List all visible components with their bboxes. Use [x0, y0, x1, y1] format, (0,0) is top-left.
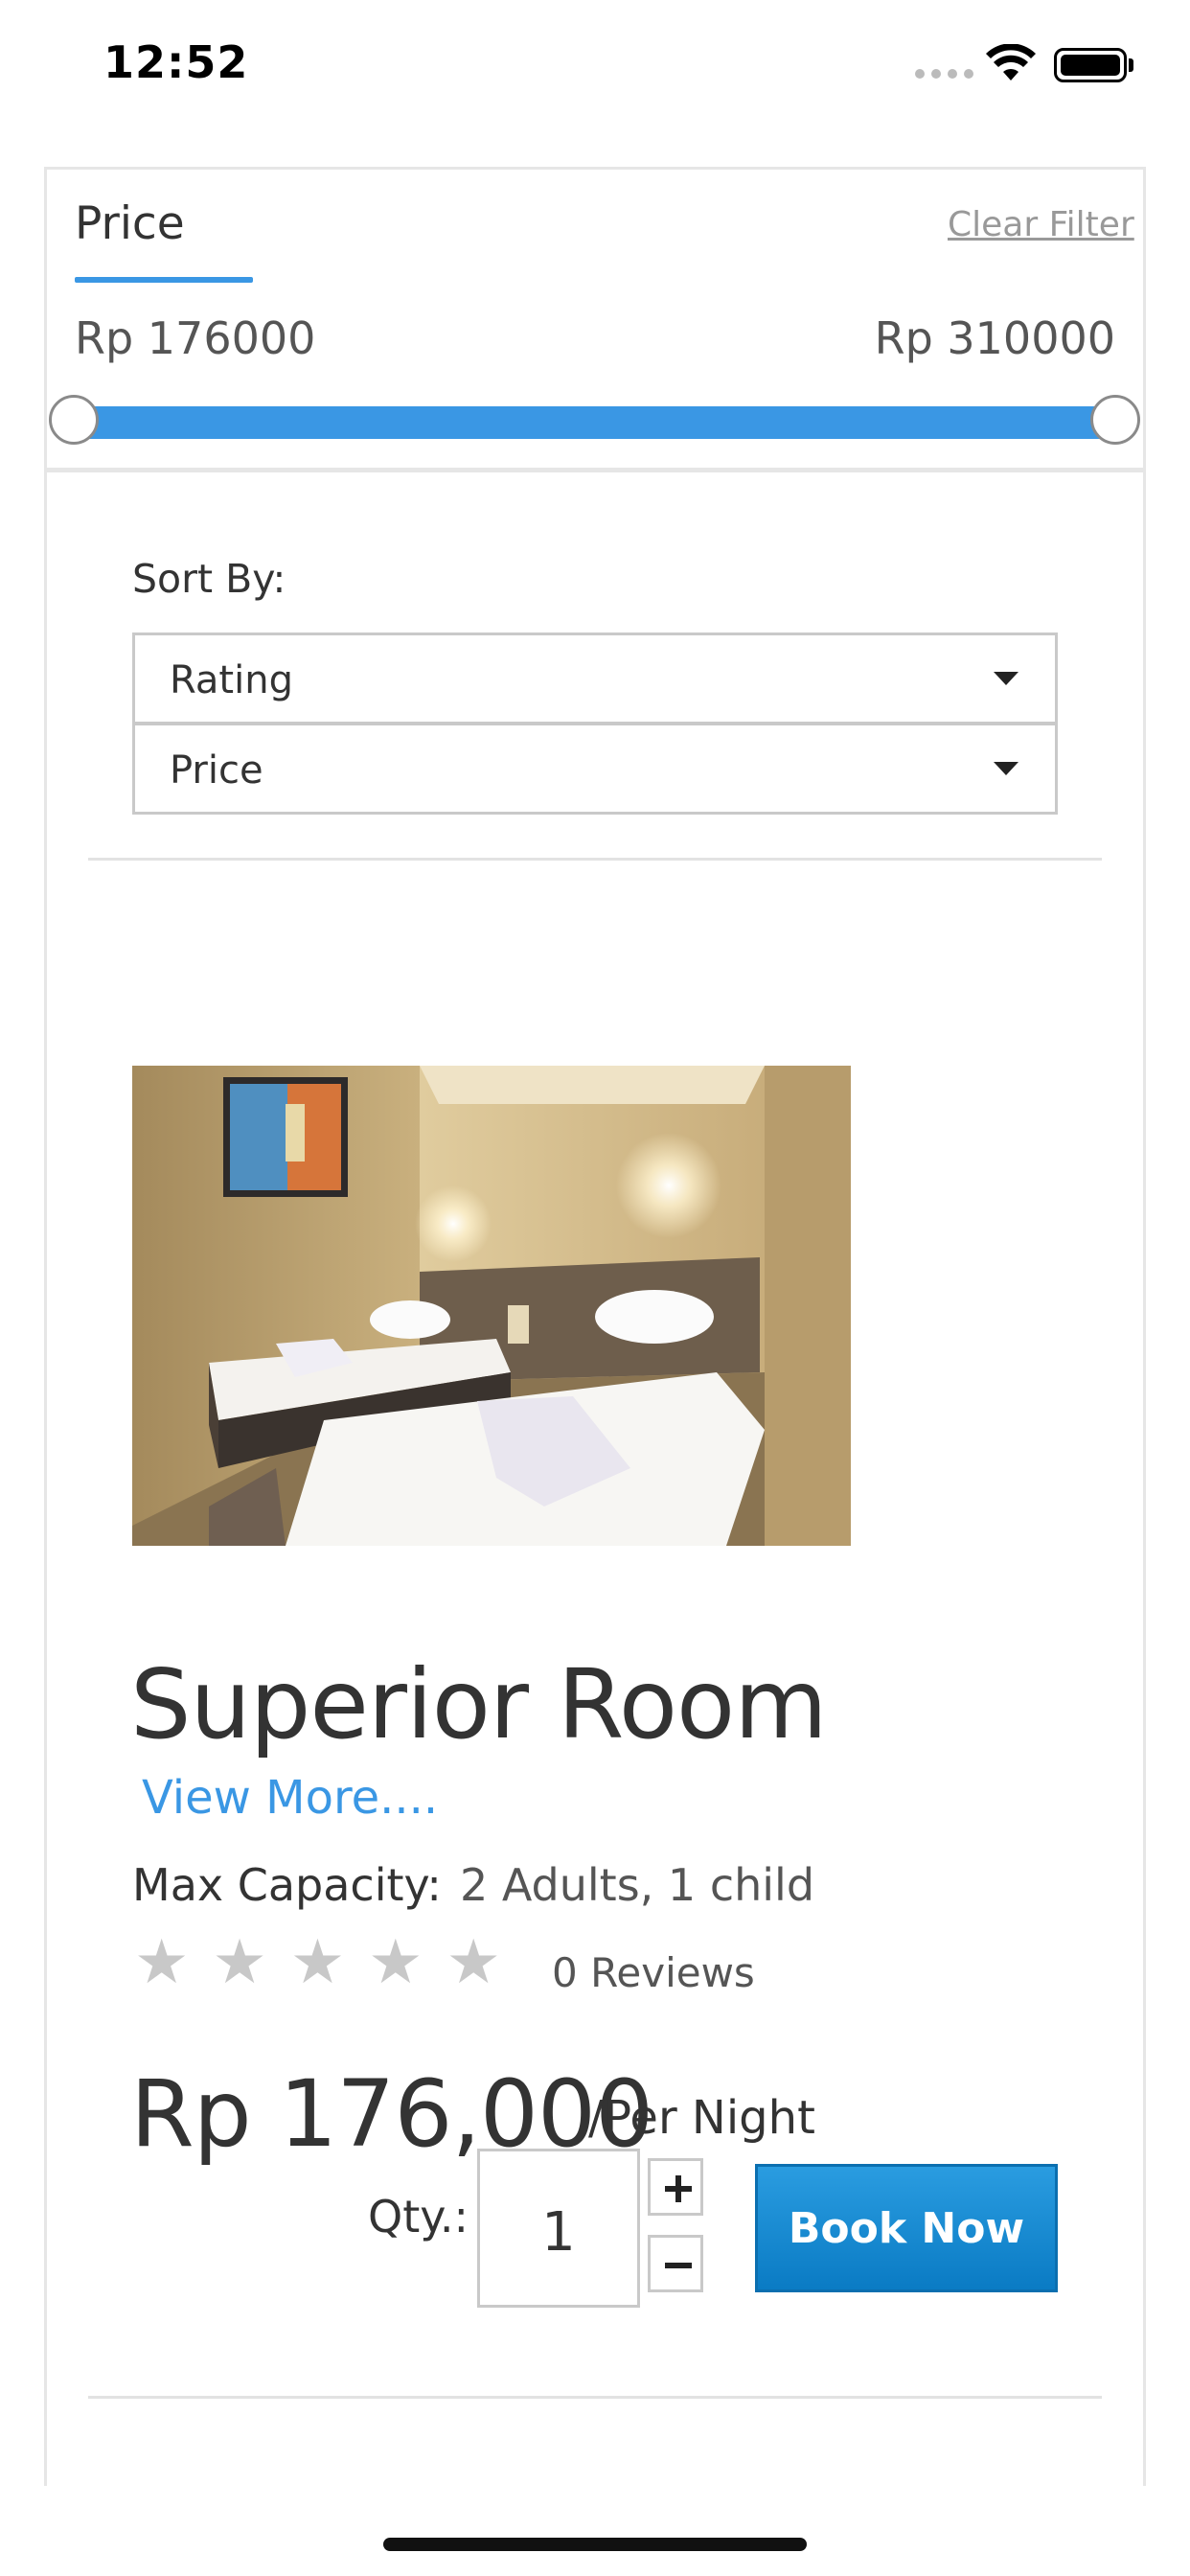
signal-dots-icon: [915, 69, 973, 79]
qty-decrement-button[interactable]: [648, 2235, 703, 2292]
filter-separator: [44, 468, 1146, 472]
min-price-label: Rp 176000: [75, 312, 316, 364]
divider: [88, 858, 1102, 861]
sort-price-select[interactable]: Price: [132, 723, 1058, 815]
star-icon: ★: [289, 1927, 346, 1998]
rating-stars: ★ ★ ★ ★ ★: [134, 1932, 501, 1993]
tab-active-underline: [75, 277, 253, 283]
sort-price-value: Price: [170, 748, 263, 793]
book-now-button[interactable]: Book Now: [755, 2164, 1058, 2292]
divider: [88, 2396, 1102, 2399]
caret-down-icon: [994, 672, 1018, 685]
max-price-label: Rp 310000: [874, 312, 1115, 364]
clear-filter-link[interactable]: Clear Filter: [948, 205, 1134, 244]
home-indicator[interactable]: [383, 2538, 807, 2551]
qty-input[interactable]: 1: [477, 2149, 640, 2308]
slider-min-handle[interactable]: [49, 395, 99, 445]
plus-icon-stem: [675, 2175, 681, 2202]
star-icon: ★: [368, 1927, 423, 1998]
sort-rating-value: Rating: [170, 658, 293, 702]
slider-max-handle[interactable]: [1090, 395, 1140, 445]
room-photo: [132, 1066, 851, 1546]
capacity-label: Max Capacity:: [132, 1859, 442, 1911]
qty-value: 1: [541, 2201, 576, 2264]
star-icon: ★: [212, 1927, 267, 1998]
battery-icon: [1054, 48, 1127, 82]
room-title: Superior Room: [130, 1648, 828, 1760]
caret-down-icon: [994, 762, 1018, 775]
minus-icon: [665, 2263, 692, 2268]
status-time: 12:52: [103, 36, 249, 88]
reviews-count: 0 Reviews: [552, 1949, 755, 1996]
battery-tip: [1129, 58, 1133, 72]
per-night-label: /Per Night: [588, 2091, 815, 2145]
star-icon: ★: [446, 1927, 501, 1998]
qty-increment-button[interactable]: [648, 2158, 703, 2216]
qty-label: Qty.:: [368, 2191, 469, 2242]
sort-rating-select[interactable]: Rating: [132, 632, 1058, 724]
capacity-value: 2 Adults, 1 child: [460, 1859, 815, 1911]
sort-by-label: Sort By:: [132, 556, 286, 602]
price-range-slider[interactable]: [75, 406, 1115, 439]
view-more-link[interactable]: View More....: [142, 1771, 438, 1825]
wifi-icon: [986, 44, 1036, 80]
tab-price[interactable]: Price: [75, 197, 185, 250]
star-icon: ★: [134, 1927, 190, 1998]
